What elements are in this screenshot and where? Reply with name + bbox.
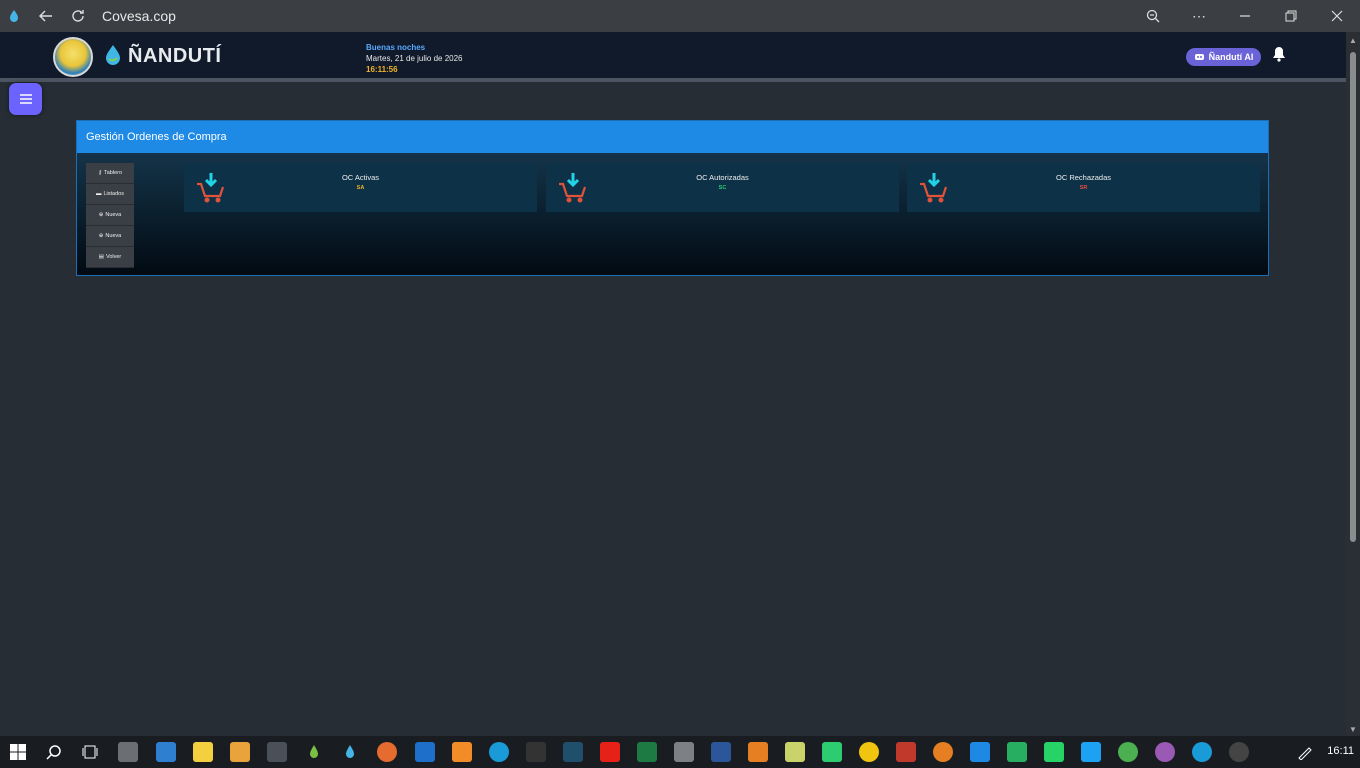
app-icon[interactable] [526, 742, 546, 762]
scroll-up-icon[interactable]: ▲ [1349, 36, 1357, 45]
app-icon[interactable] [674, 742, 694, 762]
notepad-icon[interactable] [785, 742, 805, 762]
menu-item-nueva-2[interactable]: ⊕ Nueva [86, 226, 134, 247]
app-icon[interactable] [1229, 742, 1249, 762]
page-title: Covesa.cop [102, 8, 176, 24]
reload-icon[interactable] [68, 6, 88, 26]
card-code: SC [718, 185, 727, 191]
app-icon[interactable] [748, 742, 768, 762]
edge-icon[interactable] [489, 742, 509, 762]
minimize-icon[interactable] [1222, 0, 1268, 32]
browser-titlebar: Covesa.cop ⋯ [0, 0, 1360, 32]
purchase-orders-panel: Gestión Ordenes de Compra ⚷ Tablero ▬ Li… [76, 120, 1269, 276]
menu-item-label: Tablero [103, 170, 123, 176]
plus-circle-icon: ⊕ [98, 233, 104, 239]
menu-item-listados[interactable]: ▬ Listados [86, 184, 134, 205]
card-label: OC Autorizadas [696, 173, 749, 182]
menu-item-label: Nueva [105, 233, 122, 239]
card-oc-activas[interactable]: OC Activas SA [184, 163, 537, 212]
card-oc-autorizadas[interactable]: OC Autorizadas SC [546, 163, 899, 212]
zoom-icon[interactable] [1130, 0, 1176, 32]
app-icon[interactable] [452, 742, 472, 762]
drop-icon [103, 44, 123, 71]
menu-item-volver[interactable]: ▤ Volver [86, 247, 134, 268]
menu-item-tablero[interactable]: ⚷ Tablero [86, 163, 134, 184]
app-icon[interactable] [563, 742, 583, 762]
menu-toggle-button[interactable] [9, 83, 42, 115]
vscode-icon[interactable] [970, 742, 990, 762]
app-header: ÑANDUTÍ Buenas noches Martes, 21 de juli… [0, 32, 1346, 82]
menu-item-label: Volver [105, 254, 122, 260]
card-code: SR [1079, 185, 1088, 191]
card-label: OC Rechazadas [1055, 173, 1112, 182]
folder-icon[interactable] [230, 742, 250, 762]
app-icon[interactable] [1155, 742, 1175, 762]
word-icon[interactable] [711, 742, 731, 762]
app-icon[interactable] [156, 742, 176, 762]
search-icon[interactable] [44, 742, 64, 762]
greeting-text: Buenas noches [366, 43, 426, 52]
whatsapp-icon[interactable] [1044, 742, 1064, 762]
app-icon[interactable] [1081, 742, 1101, 762]
menu-item-label: Nueva [105, 212, 122, 218]
card-code: SA [356, 185, 365, 191]
app-icon [4, 6, 24, 26]
start-icon[interactable] [8, 742, 28, 762]
sticky-notes-icon[interactable] [193, 742, 213, 762]
app-icon[interactable] [1118, 742, 1138, 762]
app-icon[interactable] [304, 742, 324, 762]
youtube-icon[interactable] [600, 742, 620, 762]
ai-button[interactable]: Ñandutí AI [1186, 48, 1261, 66]
page-scrollbar[interactable]: ▲ ▼ [1346, 32, 1360, 736]
scroll-down-icon[interactable]: ▼ [1349, 725, 1357, 734]
scroll-thumb[interactable] [1350, 52, 1356, 542]
calculator-icon[interactable] [267, 742, 287, 762]
panel-title: Gestión Ordenes de Compra [86, 131, 227, 143]
date-text: Martes, 21 de julio de 2026 [366, 54, 463, 63]
powerpoint-icon[interactable] [896, 742, 916, 762]
app-icon[interactable] [859, 742, 879, 762]
app-icon[interactable] [1007, 742, 1027, 762]
greeting-block: Buenas noches Martes, 21 de julio de 202… [366, 42, 463, 75]
card-oc-rechazadas[interactable]: OC Rechazadas SR [907, 163, 1260, 212]
company-logo [53, 37, 93, 77]
time-text: 16:11:56 [366, 65, 398, 74]
robot-icon [1194, 52, 1205, 63]
menu-item-label: Listados [103, 191, 125, 197]
app-icon[interactable] [822, 742, 842, 762]
firefox-icon[interactable] [377, 742, 397, 762]
bell-icon[interactable] [1272, 46, 1286, 65]
app-icon[interactable] [340, 742, 360, 762]
restore-icon[interactable] [1268, 0, 1314, 32]
edge-icon[interactable] [1192, 742, 1212, 762]
pen-icon[interactable] [1295, 742, 1315, 762]
excel-icon[interactable] [637, 742, 657, 762]
taskbar-clock: 16:11 [1327, 745, 1354, 757]
outlook-icon[interactable] [415, 742, 435, 762]
panel-header: Gestión Ordenes de Compra [77, 121, 1268, 153]
book-icon: ▤ [98, 254, 104, 260]
brand-name: ÑANDUTÍ [128, 45, 222, 67]
more-icon[interactable]: ⋯ [1176, 0, 1222, 32]
app-icon[interactable] [933, 742, 953, 762]
back-icon[interactable] [36, 6, 56, 26]
side-menu: ⚷ Tablero ▬ Listados ⊕ Nueva ⊕ Nueva ▤ V… [86, 163, 134, 268]
close-icon[interactable] [1314, 0, 1360, 32]
os-taskbar: 16:11 [0, 736, 1360, 768]
plus-circle-icon: ⊕ [98, 212, 104, 218]
ai-button-label: Ñandutí AI [1208, 52, 1254, 62]
menu-item-nueva[interactable]: ⊕ Nueva [86, 205, 134, 226]
task-view-icon[interactable] [80, 742, 100, 762]
card-icon: ▬ [96, 191, 102, 197]
card-label: OC Activas [341, 173, 380, 182]
hamburger-icon [19, 94, 32, 104]
key-icon: ⚷ [97, 170, 102, 176]
app-icon[interactable] [118, 742, 138, 762]
header-divider [0, 78, 1346, 82]
